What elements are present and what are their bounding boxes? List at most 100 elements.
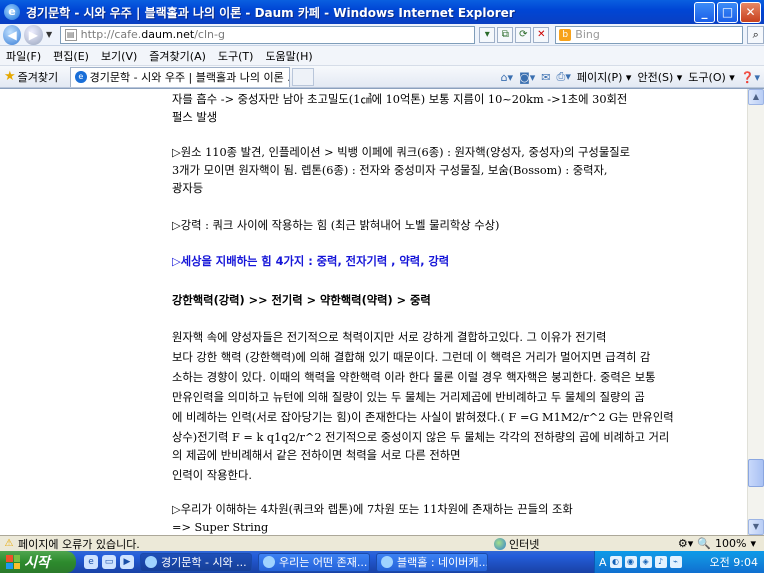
history-dropdown-icon[interactable]: ▼ — [45, 30, 54, 39]
zoom-icon: 🔍 — [697, 537, 712, 550]
zoom-control[interactable]: ⚙▾ 🔍 100% ▾ — [678, 537, 756, 550]
text-line: 광자등 — [172, 182, 204, 195]
taskbar: 시작 e ▭ ▶ 경기문학 - 시와 ... 우리는 어떤 존재... 블랙홀 … — [0, 551, 764, 573]
search-placeholder: Bing — [575, 28, 600, 41]
stop-icon[interactable]: ✕ — [533, 26, 550, 43]
minimize-button[interactable]: _ — [694, 2, 715, 23]
scroll-thumb[interactable] — [748, 459, 764, 487]
window-controls: _ □ ✕ — [694, 2, 761, 23]
search-input[interactable]: b Bing — [555, 25, 744, 44]
favorites-star-icon[interactable]: ★ — [4, 69, 16, 84]
tray-icon[interactable]: ◐ — [609, 556, 622, 568]
page-icon: ▤ — [64, 28, 77, 41]
favorites-bar: ★ 즐겨찾기 e 경기문학 - 시와 우주 | 블랙홀과 나의 이론 ... ⌂… — [0, 66, 764, 88]
text-line: 자를 흡수 -> 중성자만 남아 초고밀도(1㎤에 10억톤) 보통 지름이 1… — [172, 93, 628, 106]
language-indicator[interactable]: A — [599, 556, 607, 569]
globe-icon — [494, 537, 506, 550]
window-title: 경기문학 - 시와 우주 | 블랙홀과 나의 이론 - Daum 카페 - Wi… — [26, 5, 515, 20]
task-button-1[interactable]: 경기문학 - 시와 ... — [140, 552, 252, 572]
menu-view[interactable]: 보기(V) — [95, 48, 143, 64]
menu-file[interactable]: 파일(F) — [0, 48, 47, 64]
menu-help[interactable]: 도움말(H) — [259, 48, 318, 64]
text-line: 의 제곱에 반비례해서 같은 전하이면 척력을 서로 다른 전하면 — [172, 449, 461, 462]
tray-icon[interactable]: ◉ — [624, 556, 637, 568]
security-zone: 인터넷 — [494, 536, 539, 552]
task-button-3[interactable]: 블랙홀 : 네이버캐... — [376, 552, 488, 572]
tab-ie-icon: e — [75, 71, 87, 83]
title-bar[interactable]: e 경기문학 - 시와 우주 | 블랙홀과 나의 이론 - Daum 카페 - … — [0, 0, 764, 24]
quick-media-icon[interactable]: ▶ — [120, 555, 134, 569]
url-dropdown-icon[interactable]: ▾ — [479, 26, 496, 43]
feeds-icon[interactable]: ◙▾ — [519, 71, 535, 84]
menu-edit[interactable]: 편집(E) — [47, 48, 95, 64]
warning-icon[interactable]: ⚠ — [3, 538, 15, 550]
back-button[interactable]: ◀ — [3, 24, 22, 45]
close-button[interactable]: ✕ — [740, 2, 761, 23]
address-bar: ◀ ▶ ▼ ▤ http://cafe.daum.net/cln-g ▾ ⧉ ⟳… — [0, 24, 764, 46]
text-line: 원자핵 속에 양성자들은 전기적으로 척력이지만 서로 강하게 결합하고있다. … — [172, 331, 607, 344]
favorites-button[interactable]: 즐겨찾기 — [18, 69, 58, 85]
help-icon[interactable]: ❓▾ — [741, 71, 760, 84]
menu-favorites[interactable]: 즐겨찾기(A) — [143, 48, 212, 64]
status-message[interactable]: 페이지에 오류가 있습니다. — [18, 536, 140, 552]
tray-icon[interactable]: ◈ — [639, 556, 652, 568]
status-bar: ⚠ 페이지에 오류가 있습니다. 인터넷 ⚙▾ 🔍 100% ▾ — [0, 535, 764, 551]
zoom-level: 100% — [715, 537, 747, 550]
page-menu[interactable]: 페이지(P) ▾ — [577, 69, 632, 85]
zoom-dropdown-icon[interactable]: ▾ — [750, 537, 756, 550]
new-tab-button[interactable] — [292, 67, 315, 86]
print-icon[interactable]: ⎙▾ — [557, 70, 571, 84]
start-label: 시작 — [24, 555, 50, 571]
task-label: 블랙홀 : 네이버캐... — [397, 556, 488, 569]
scroll-up-icon[interactable]: ▲ — [748, 89, 764, 105]
url-input[interactable]: ▤ http://cafe.daum.net/cln-g — [59, 25, 476, 44]
address-tools: ▾ ⧉ ⟳ ✕ — [479, 26, 550, 43]
windows-logo-icon — [6, 555, 20, 569]
zone-label: 인터넷 — [509, 537, 540, 551]
bold-heading: 강한핵력(강력) >> 전기력 > 약한핵력(약력) > 중력 — [172, 294, 431, 307]
system-tray: A ◐ ◉ ◈ ♪ ⌁ 오전 9:04 — [594, 551, 764, 573]
refresh-icon[interactable]: ⟳ — [515, 26, 532, 43]
quick-desktop-icon[interactable]: ▭ — [102, 555, 116, 569]
clock: 오전 9:04 — [709, 556, 758, 569]
search-icon[interactable]: ⌕ — [747, 25, 764, 44]
tools-menu[interactable]: 도구(O) ▾ — [688, 69, 735, 85]
text-line: => Super String — [172, 521, 269, 534]
home-icon[interactable]: ⌂▾ — [501, 71, 514, 84]
task-button-2[interactable]: 우리는 어떤 존재... — [258, 552, 370, 572]
task-ie-icon — [263, 556, 275, 568]
maximize-button[interactable]: □ — [717, 2, 738, 23]
text-line: 3개가 모이면 원자핵이 됨. 렙톤(6종) : 전자와 중성미자 구성물질, … — [172, 164, 608, 177]
task-ie-icon — [381, 556, 393, 568]
command-bar: ⌂▾ ◙▾ ✉ ⎙▾ 페이지(P) ▾ 안전(S) ▾ 도구(O) ▾ ❓▾ — [501, 69, 760, 85]
text-line: 펄스 발생 — [172, 111, 218, 124]
start-button[interactable]: 시작 — [0, 551, 76, 573]
vertical-scrollbar[interactable]: ▲ ▼ — [747, 89, 764, 535]
text-line: ▷우리가 이해하는 4차원(쿼크와 렙톤)에 7차원 또는 11차원에 존재하는… — [172, 503, 573, 516]
highlight-heading: ▷세상을 지배하는 힘 4가지 : 중력, 전자기력 , 약력, 강력 — [172, 255, 450, 268]
quick-launch: e ▭ ▶ — [84, 555, 134, 569]
tab-label: 경기문학 - 시와 우주 | 블랙홀과 나의 이론 ... — [89, 71, 290, 84]
mail-icon[interactable]: ✉ — [541, 71, 550, 84]
url-text: http://cafe.daum.net/cln-g — [80, 28, 225, 41]
task-label: 경기문학 - 시와 ... — [161, 556, 247, 569]
ie-window: e 경기문학 - 시와 우주 | 블랙홀과 나의 이론 - Daum 카페 - … — [0, 0, 764, 573]
forward-button[interactable]: ▶ — [24, 24, 43, 45]
quick-ie-icon[interactable]: e — [84, 555, 98, 569]
menu-bar: 파일(F) 편집(E) 보기(V) 즐겨찾기(A) 도구(T) 도움말(H) — [0, 46, 764, 66]
scroll-down-icon[interactable]: ▼ — [748, 519, 764, 535]
text-line: 보다 강한 핵력 (강한핵력)에 의해 결합해 있기 때문이다. 그런데 이 핵… — [172, 351, 651, 364]
text-line: 소하는 경향이 있다. 이때의 핵력을 약한핵력 이라 한다 물론 이럴 경우 … — [172, 371, 656, 384]
safety-menu[interactable]: 안전(S) ▾ — [637, 69, 682, 85]
ie-app-icon: e — [4, 4, 20, 20]
task-ie-icon — [145, 556, 157, 568]
network-icon[interactable]: ⌁ — [669, 556, 682, 568]
text-line: 만유인력을 의미하고 뉴턴에 의해 질량이 있는 두 물체는 거리제곱에 반비례… — [172, 391, 645, 404]
text-line: 인력이 작용한다. — [172, 469, 252, 482]
browser-tab[interactable]: e 경기문학 - 시와 우주 | 블랙홀과 나의 이론 ... — [70, 66, 291, 87]
bing-icon: b — [559, 28, 572, 41]
compatibility-icon[interactable]: ⧉ — [497, 26, 514, 43]
volume-icon[interactable]: ♪ — [654, 556, 667, 568]
protected-mode-icon: ⚙▾ — [677, 537, 694, 550]
menu-tools[interactable]: 도구(T) — [212, 48, 260, 64]
